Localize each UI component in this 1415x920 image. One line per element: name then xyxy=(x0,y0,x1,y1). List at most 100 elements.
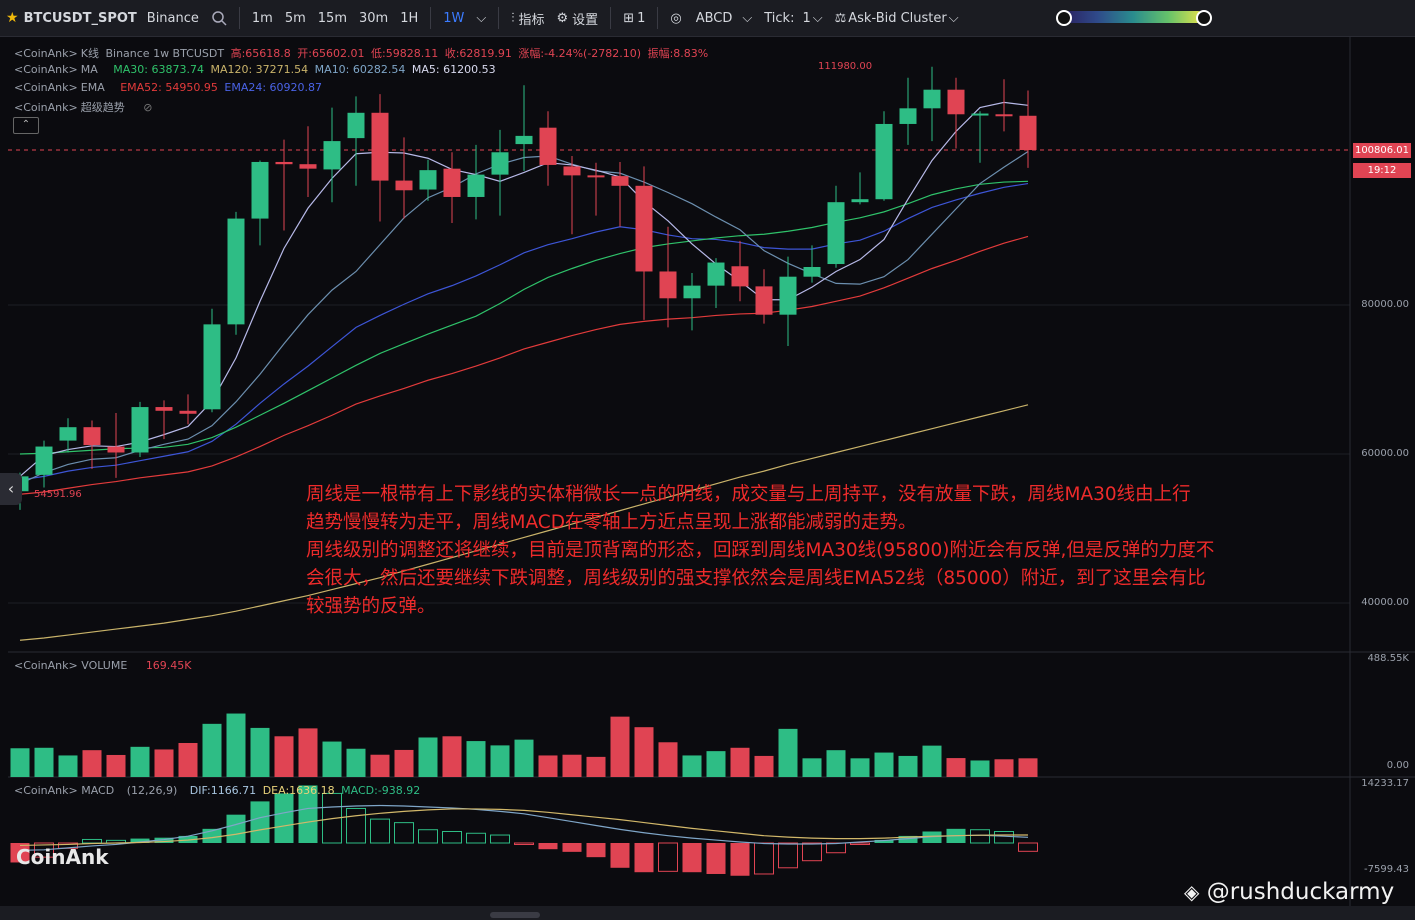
bottom-scrollbar[interactable] xyxy=(0,906,1415,920)
macd-histogram-bar xyxy=(994,830,1014,844)
candle-body xyxy=(275,161,293,165)
candle-body xyxy=(227,218,245,325)
candle-body xyxy=(947,89,965,115)
candle-body xyxy=(107,446,125,453)
candle-body xyxy=(59,427,77,441)
tick-selector[interactable]: Tick: 1 ⌵ xyxy=(758,0,828,36)
kline-close: 收:62819.91 xyxy=(444,47,512,60)
price-axis-label-40000: 40000.00 xyxy=(1361,597,1409,608)
volume-bar xyxy=(970,760,990,777)
credit-handle: @rushduckarmy xyxy=(1206,879,1395,905)
favorite-star-icon[interactable]: ★ xyxy=(6,10,19,26)
note-line-4: 会很大，然后还要继续下跌调整，周线级别的强支撑依然会是周线EMA52线（8500… xyxy=(306,568,1206,589)
layout-button[interactable]: ⊞ 1 xyxy=(617,0,651,36)
collapse-legend-button[interactable]: ⌃ xyxy=(13,117,39,134)
chart-canvas[interactable] xyxy=(0,37,1415,907)
volume-bar xyxy=(106,754,126,777)
interval-1m[interactable]: 1m xyxy=(246,0,279,36)
search-icon[interactable] xyxy=(205,0,233,36)
volume-bar xyxy=(946,758,966,777)
volume-bar xyxy=(34,747,54,777)
ma-name: MA xyxy=(80,63,98,76)
volume-bar xyxy=(802,758,822,777)
cluster-selector[interactable]: ⚖ Ask-Bid Cluster ⌵ xyxy=(829,0,965,36)
symbol-selector[interactable]: ★ BTCUSDT_SPOT Binance xyxy=(0,0,205,36)
price-axis-label-80000: 80000.00 xyxy=(1361,299,1409,310)
candle-body xyxy=(347,112,365,139)
candle-body xyxy=(611,176,629,186)
volume-bar xyxy=(610,716,630,777)
credit-text: ◈ @rushduckarmy xyxy=(1184,879,1394,905)
volume-bar xyxy=(826,750,846,777)
top-toolbar: ★ BTCUSDT_SPOT Binance 1m 5m 15m 30m 1H … xyxy=(0,0,1415,37)
candle-body xyxy=(563,166,581,176)
kline-low: 低:59828.11 xyxy=(371,47,439,60)
scroll-thumb[interactable] xyxy=(490,912,540,918)
macd-histogram-bar xyxy=(706,843,726,874)
macd-histogram-bar xyxy=(754,842,774,875)
volume-bar xyxy=(634,727,654,777)
volume-bar xyxy=(730,747,750,777)
candle-body xyxy=(83,427,101,446)
chart-area[interactable]: <CoinAnk> K线 Binance 1w BTCUSDT 高:65618.8… xyxy=(0,37,1415,907)
eye-off-icon[interactable]: ⊘ xyxy=(143,101,152,114)
candle-body xyxy=(587,175,605,178)
heatmap-color-slider[interactable] xyxy=(1062,11,1204,23)
volume-bar xyxy=(562,754,582,777)
candle-body xyxy=(995,114,1013,117)
candle-body xyxy=(851,199,869,203)
candle-body xyxy=(395,180,413,191)
kline-name: K线 xyxy=(80,47,99,60)
interval-15m[interactable]: 15m xyxy=(312,0,353,36)
settings-button[interactable]: ⚙ 设置 xyxy=(551,0,605,36)
indicators-label: 指标 xyxy=(518,12,545,28)
slider-left-handle[interactable] xyxy=(1056,10,1072,26)
volume-bar xyxy=(682,755,702,777)
slider-right-handle[interactable] xyxy=(1196,10,1212,26)
grid-icon: ⊞ xyxy=(623,10,635,26)
settings-label: 设置 xyxy=(572,12,599,28)
candle-body xyxy=(419,170,437,190)
macd-histogram-bar xyxy=(658,842,678,872)
volume-bar xyxy=(58,755,78,777)
macd-histogram-bar xyxy=(418,829,438,844)
chevron-down-icon[interactable]: ⌵ xyxy=(470,0,492,36)
macd-histogram-bar xyxy=(346,807,366,844)
indicators-button[interactable]: ⫶ 指标 xyxy=(505,0,550,36)
volume-bar xyxy=(298,728,318,777)
price-axis-label-60000: 60000.00 xyxy=(1361,448,1409,459)
tick-value: 1 xyxy=(802,10,811,26)
macd-histogram-bar xyxy=(514,842,534,845)
volume-bar xyxy=(706,751,726,777)
drawing-tool-button[interactable]: ◎ ABCD ⌵ xyxy=(664,0,758,36)
macd-histogram-bar xyxy=(634,843,654,873)
interval-5m[interactable]: 5m xyxy=(279,0,312,36)
volume-bar xyxy=(178,742,198,777)
scroll-left-button[interactable]: ‹ xyxy=(0,473,22,505)
candle-body xyxy=(131,407,149,453)
interval-30m[interactable]: 30m xyxy=(353,0,394,36)
interval-1w[interactable]: 1W xyxy=(437,0,470,36)
kline-high: 高:65618.8 xyxy=(230,47,291,60)
macd-histogram-bar xyxy=(82,838,102,844)
candle-body xyxy=(923,89,941,109)
volume-axis-bottom: 0.00 xyxy=(1386,760,1409,771)
macd-histogram-bar xyxy=(586,843,606,858)
exchange-name: Binance xyxy=(146,10,199,26)
high-price-marker: 111980.00 xyxy=(818,61,873,72)
supertrend-prefix: <CoinAnk> xyxy=(14,101,78,114)
ema24-line xyxy=(19,182,1029,481)
ema-legend: <CoinAnk> EMA EMA52: 54950.95 EMA24: 6092… xyxy=(14,81,325,94)
ema-name: EMA xyxy=(80,81,105,94)
volume-bar xyxy=(538,755,558,777)
interval-1h[interactable]: 1H xyxy=(394,0,424,36)
note-line-3: 周线级别的调整还将继续，目前是顶背离的形态，回踩到周线MA30线(95800)附… xyxy=(306,540,1215,561)
gear-icon: ⚙ xyxy=(556,10,569,26)
candle-body xyxy=(731,266,749,287)
macd-histogram-bar xyxy=(274,793,294,843)
kline-legend: <CoinAnk> K线 Binance 1w BTCUSDT 高:65618.8… xyxy=(14,45,711,61)
macd-histogram-bar xyxy=(730,843,750,876)
kline-change: 涨幅:-4.24%(-2782.10) xyxy=(518,47,642,60)
macd-histogram-bar xyxy=(226,814,246,843)
analysis-note: 周线是一根带有上下影线的实体稍微长一点的阴线，成交量与上周持平，没有放量下跌，周… xyxy=(306,481,1336,621)
